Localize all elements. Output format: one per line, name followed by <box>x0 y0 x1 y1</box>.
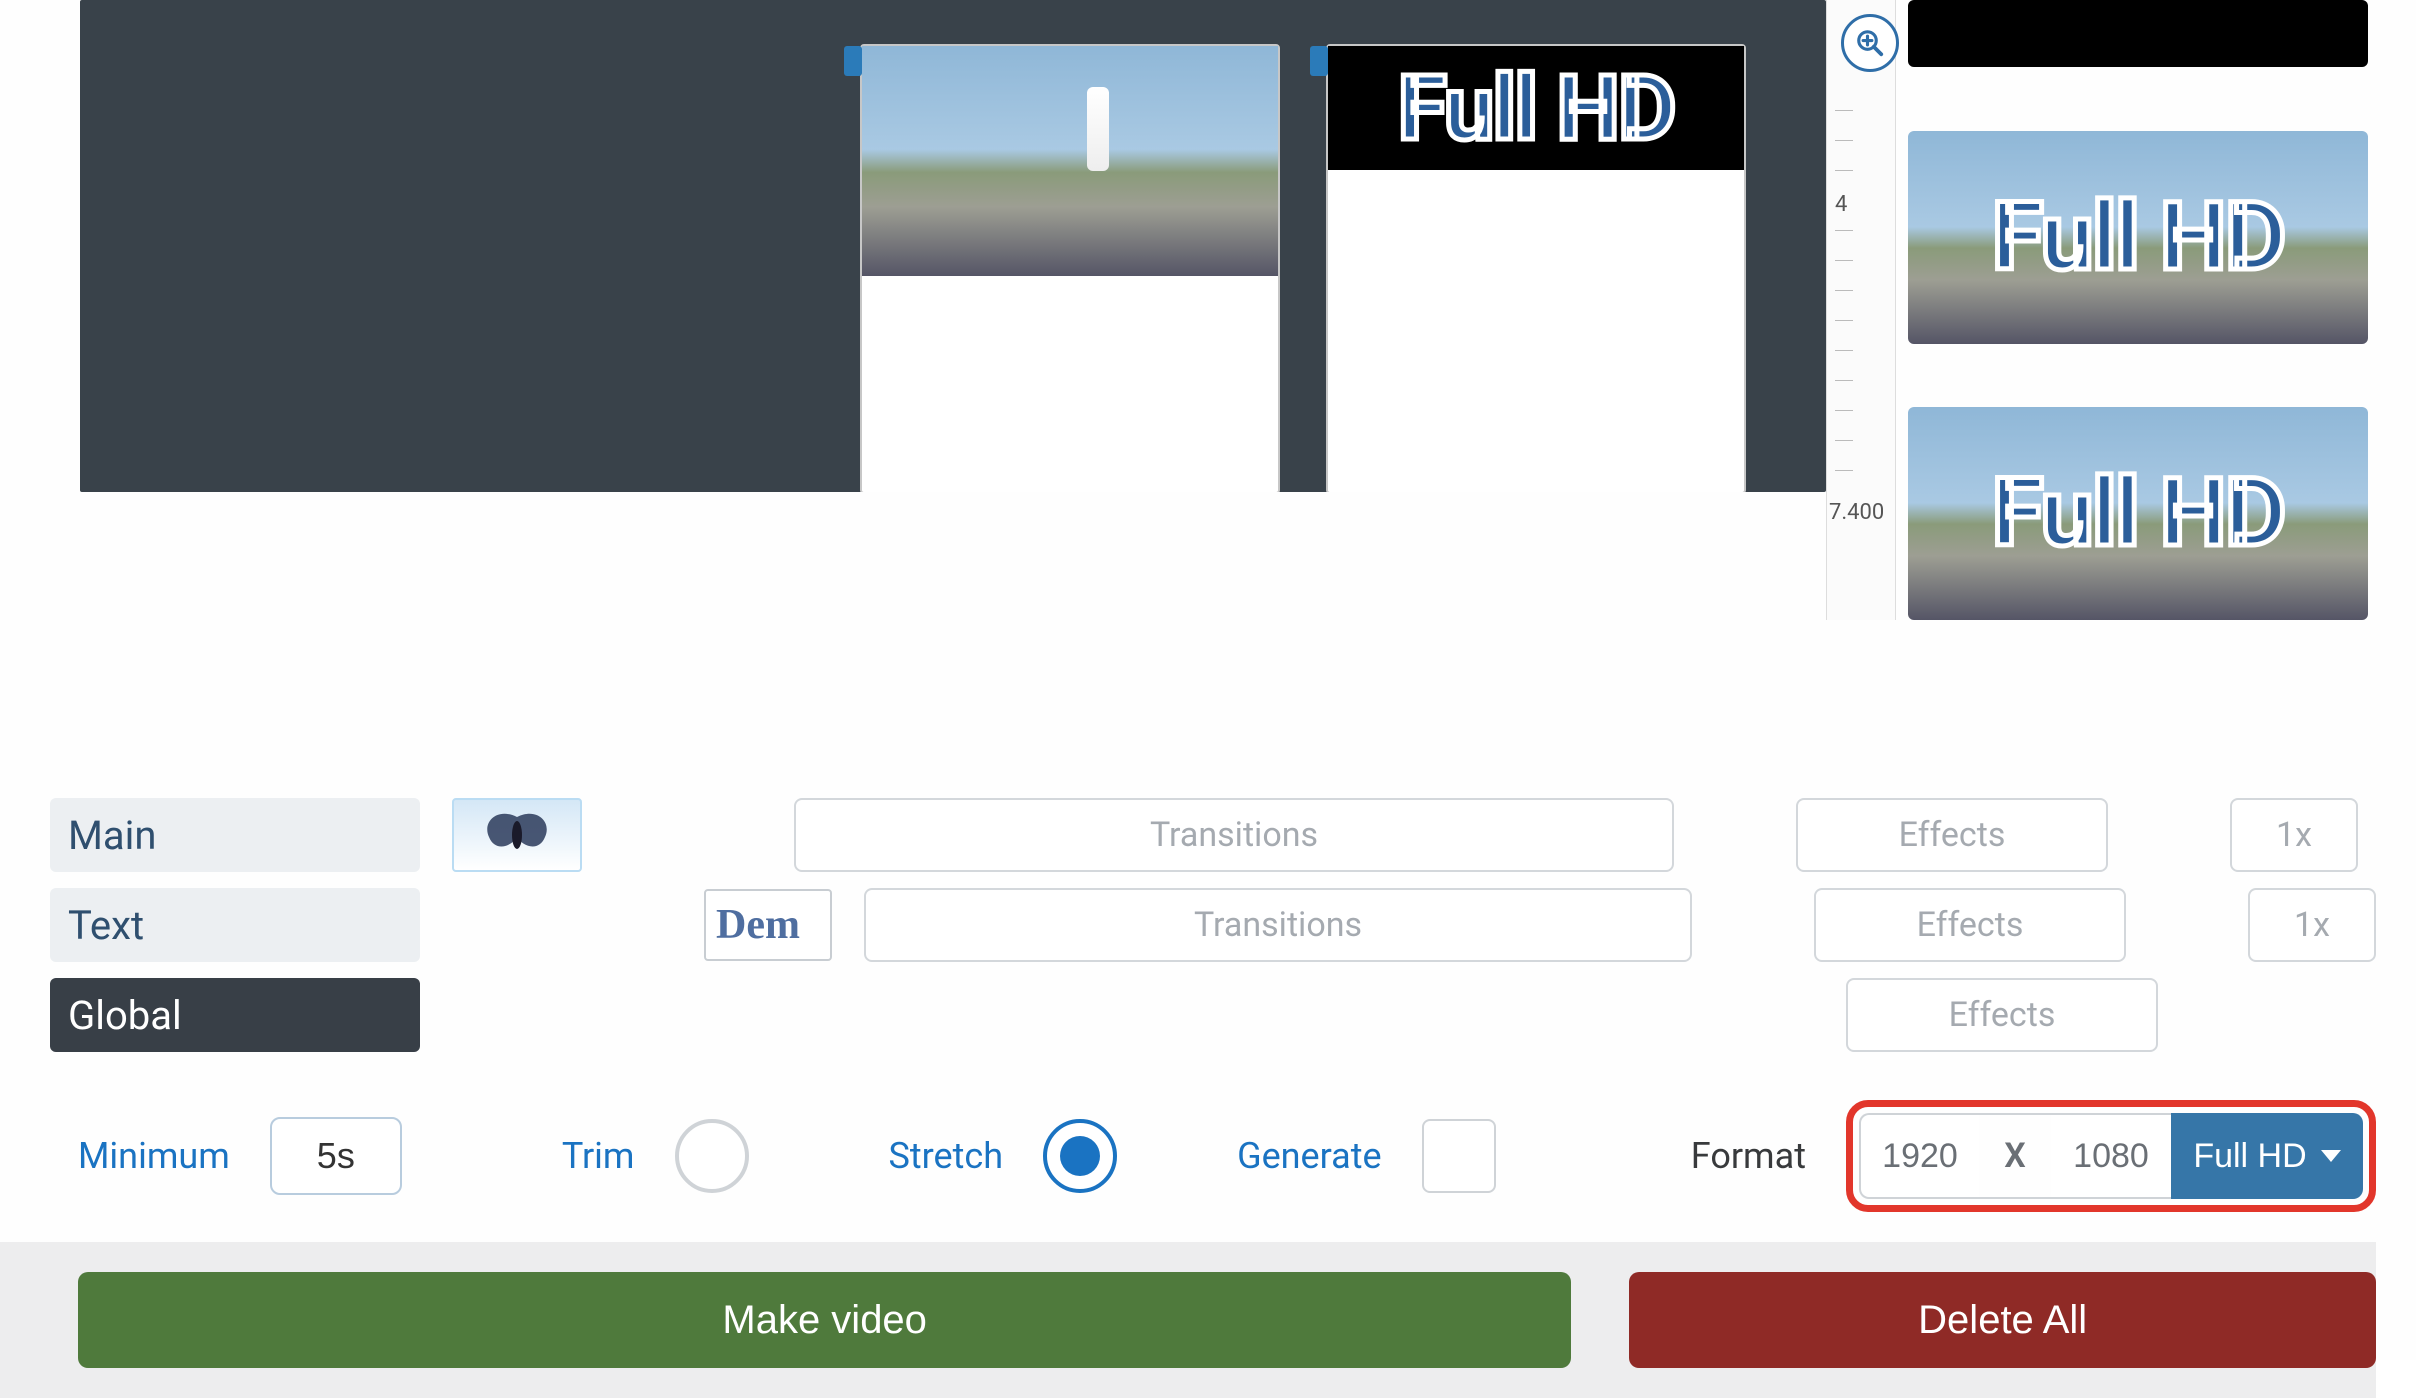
stretch-label: Stretch <box>889 1135 1004 1177</box>
clip-handle[interactable] <box>844 46 862 76</box>
stretch-radio[interactable] <box>1043 1119 1117 1193</box>
preview-frame-1[interactable]: Full HD <box>1908 131 2368 344</box>
format-x-separator: X <box>1979 1113 2051 1199</box>
format-preset-label: Full HD <box>2193 1137 2306 1176</box>
track-row-main: Main Transitions Effects 1x <box>50 798 2376 872</box>
format-group-highlighted: X Full HD <box>1846 1100 2376 1212</box>
generate-label: Generate <box>1237 1135 1382 1177</box>
preview-frame-2[interactable]: Full HD <box>1908 407 2368 620</box>
zoom-in-button[interactable] <box>1841 14 1899 72</box>
track-clip-main[interactable] <box>452 798 582 872</box>
preview-strip: Full HD Full HD <box>1896 0 2376 620</box>
ruler-tick-label: 4 <box>1835 192 1847 217</box>
minimum-label: Minimum <box>78 1135 230 1177</box>
fullhd-overlay-text: Full HD <box>1398 56 1675 161</box>
video-editor-app: 📌 📌 Full HD <box>0 0 2416 1360</box>
transitions-button-text[interactable]: Transitions <box>864 888 1692 962</box>
speed-button-main[interactable]: 1x <box>2230 798 2358 872</box>
clip-thumbnail: Full HD <box>1328 46 1744 170</box>
timeline-canvas[interactable]: 📌 📌 Full HD <box>80 0 1826 492</box>
generate-checkbox[interactable] <box>1422 1119 1496 1193</box>
effects-button-text[interactable]: Effects <box>1814 888 2126 962</box>
format-preset-dropdown[interactable]: Full HD <box>2171 1113 2363 1199</box>
trim-label: Trim <box>562 1135 635 1177</box>
timeline-clip-1[interactable]: 📌 <box>860 44 1280 492</box>
transitions-button-main[interactable]: Transitions <box>794 798 1674 872</box>
butterfly-icon <box>477 807 557 863</box>
format-height-input[interactable] <box>2051 1113 2171 1199</box>
track-row-text: Text Dem Transitions Effects 1x <box>50 888 2376 962</box>
footer-bar: Make video Delete All <box>0 1242 2376 1398</box>
track-row-global: Global Effects <box>50 978 2376 1052</box>
lighthouse-graphic <box>1087 87 1109 171</box>
zoom-in-icon <box>1855 28 1885 58</box>
upper-area: 📌 📌 Full HD <box>0 0 2376 620</box>
track-panel: Main Transitions Effects 1x Text Dem Tra… <box>0 780 2376 1070</box>
make-video-button[interactable]: Make video <box>78 1272 1571 1368</box>
fullhd-overlay-text: Full HD <box>1991 182 2284 293</box>
track-label-global[interactable]: Global <box>50 978 420 1052</box>
chevron-down-icon <box>2321 1150 2341 1162</box>
fullhd-overlay-text: Full HD <box>1991 458 2284 569</box>
timeline-clip-2[interactable]: 📌 Full HD <box>1326 44 1746 492</box>
format-label: Format <box>1691 1135 1806 1177</box>
track-clip-text[interactable]: Dem <box>704 889 832 961</box>
trim-radio[interactable] <box>675 1119 749 1193</box>
controls-row: Minimum Trim Stretch Generate Format X F… <box>0 1070 2376 1242</box>
preview-frame-0[interactable] <box>1908 0 2368 67</box>
clip-thumbnail <box>862 46 1278 276</box>
timeline-ruler: 4 7.400 <box>1826 0 1896 620</box>
speed-button-text[interactable]: 1x <box>2248 888 2376 962</box>
track-label-text[interactable]: Text <box>50 888 420 962</box>
delete-all-button[interactable]: Delete All <box>1629 1272 2376 1368</box>
effects-button-main[interactable]: Effects <box>1796 798 2108 872</box>
track-label-main[interactable]: Main <box>50 798 420 872</box>
preview-canvas-area: 📌 📌 Full HD <box>0 0 1826 620</box>
format-width-input[interactable] <box>1859 1113 1979 1199</box>
effects-button-global[interactable]: Effects <box>1846 978 2158 1052</box>
clip-handle[interactable] <box>1310 46 1328 76</box>
ruler-tick-label: 7.400 <box>1829 500 1884 525</box>
minimum-input[interactable] <box>270 1117 402 1195</box>
